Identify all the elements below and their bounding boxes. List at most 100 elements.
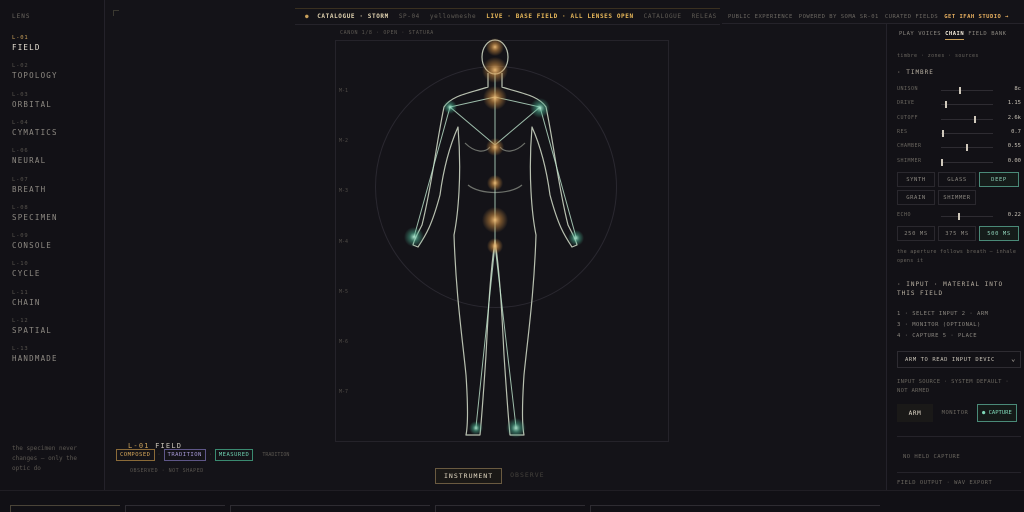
slider-shimmer[interactable]: SHIMMER 0.00 xyxy=(897,158,1021,166)
meta-bar: PUBLIC EXPERIENCE POWERED BY SOMA SR-01 … xyxy=(722,11,1024,24)
step-line: 3 · MONITOR (OPTIONAL) xyxy=(897,322,981,328)
instrument-mode-button[interactable]: INSTRUMENT xyxy=(435,468,503,484)
slider-track[interactable] xyxy=(941,144,993,152)
input-steps: 1 · SELECT INPUT 2 · ARM 3 · MONITOR (OP… xyxy=(897,309,988,342)
lens-code: L-02 xyxy=(12,63,29,70)
lens-item-spatial[interactable]: L-12 SPATIAL xyxy=(12,318,100,335)
chip-separator: · xyxy=(208,452,212,458)
lens-item-field[interactable]: L-01 FIELD xyxy=(12,35,100,52)
slider-track[interactable] xyxy=(941,129,993,137)
chevron-down-icon: ⌄ xyxy=(1011,355,1016,363)
lens-code: L-03 xyxy=(12,91,29,98)
lens-item-handmade[interactable]: L-13 HANDMADE xyxy=(12,346,100,363)
lens-name: TOPOLOGY xyxy=(12,71,58,81)
wave-shimmer-button[interactable]: SHIMMER xyxy=(938,190,976,205)
input-device-select[interactable]: ARM TO READ INPUT DEVIC ⌄ xyxy=(897,351,1021,368)
get-studio-link[interactable]: GET IFAH STUDIO → xyxy=(944,14,1009,20)
slider-drive[interactable]: DRIVE 1.15 xyxy=(897,100,1021,109)
slider-res[interactable]: RES 0.7 xyxy=(897,129,1021,137)
slider-cutoff[interactable]: CUTOFF 2.6k xyxy=(897,115,1021,123)
lens-item-cymatics[interactable]: L-04 CYMATICS xyxy=(12,120,100,137)
tab-bank[interactable]: BANK xyxy=(991,31,1006,40)
lens-item-orbital[interactable]: L-03 ORBITAL xyxy=(12,92,100,109)
frame-corner xyxy=(113,10,119,16)
echo-knob[interactable] xyxy=(958,213,960,220)
lens-item-neural[interactable]: L-06 NEURAL xyxy=(12,148,100,165)
chip-measured[interactable]: MEASURED xyxy=(214,449,254,461)
slider-label: UNISON xyxy=(897,86,919,92)
slider-knob[interactable] xyxy=(941,158,943,166)
catalogue-title[interactable]: CATALOGUE · STORM xyxy=(317,13,389,20)
slider-track[interactable] xyxy=(941,115,993,123)
lens-item-specimen[interactable]: L-08 SPECIMEN xyxy=(12,205,100,222)
capture-button[interactable]: ● CAPTURE xyxy=(977,404,1017,422)
catalogue-link[interactable]: CATALOGUE xyxy=(644,13,682,20)
lens-code: L-01 xyxy=(12,35,29,41)
dock-tab[interactable] xyxy=(10,505,120,512)
slider-label: DRIVE xyxy=(897,100,915,107)
echo-track[interactable] xyxy=(941,213,993,220)
input-source-note: INPUT SOURCE · SYSTEM DEFAULT · NOT ARME… xyxy=(897,379,1009,394)
tab-field[interactable]: FIELD xyxy=(968,31,987,40)
echo-slider[interactable]: ECHO 0.22 xyxy=(897,212,1021,220)
dock-tab[interactable] xyxy=(435,505,585,512)
echo-500-button[interactable]: 500 MS xyxy=(979,226,1019,241)
lens-name: FIELD xyxy=(12,43,41,52)
arm-button[interactable]: ARM xyxy=(897,404,933,422)
echo-250-button[interactable]: 250 MS xyxy=(897,226,935,241)
specimen-code: SP-04 xyxy=(398,13,420,20)
slider-unison[interactable]: UNISON 8c xyxy=(897,86,1021,94)
lens-code: L-13 xyxy=(12,346,29,353)
lens-item-topology[interactable]: L-02 TOPOLOGY xyxy=(12,63,100,80)
observe-mode-button[interactable]: OBSERVE xyxy=(502,468,552,484)
slider-chamber[interactable]: CHAMBER 0.55 xyxy=(897,143,1021,152)
slider-knob[interactable] xyxy=(942,129,944,137)
wave-glass-button[interactable]: GLASS xyxy=(938,172,976,187)
curated-fields-link[interactable]: CURATED FIELDS xyxy=(885,14,938,20)
slider-knob[interactable] xyxy=(959,87,961,94)
lens-item-chain[interactable]: L-11 CHAIN xyxy=(12,290,100,307)
slider-knob[interactable] xyxy=(974,115,976,123)
input-heading: · INPUT · MATERIAL INTO THIS FIELD xyxy=(897,281,1004,297)
wave-grain-button[interactable]: GRAIN xyxy=(897,190,935,205)
wave-synth-button[interactable]: SYNTH xyxy=(897,172,935,187)
live-dot-icon: ● xyxy=(305,13,310,20)
observe-note: OBSERVED · NOT SHAPED xyxy=(130,468,204,474)
dock-tab[interactable] xyxy=(590,505,880,512)
lens-name: ORBITAL xyxy=(12,99,53,109)
mode-toggle: INSTRUMENT OBSERVE xyxy=(435,468,553,484)
slider-track[interactable] xyxy=(941,101,993,109)
lens-code: L-07 xyxy=(12,176,29,183)
lens-name: SPECIMEN xyxy=(12,212,58,222)
chip-separator: · xyxy=(157,452,161,458)
slider-label: CHAMBER xyxy=(897,143,922,150)
lens-item-breath[interactable]: L-07 BREATH xyxy=(12,177,100,194)
lens-item-console[interactable]: L-09 CONSOLE xyxy=(12,233,100,250)
dock-tab[interactable] xyxy=(230,505,430,512)
slider-track[interactable] xyxy=(941,158,993,166)
release-link[interactable]: RELEAS xyxy=(692,13,717,20)
tab-chain[interactable]: CHAIN xyxy=(945,31,965,40)
timbre-heading: · TIMBRE xyxy=(897,69,934,76)
tab-voices[interactable]: VOICES xyxy=(918,31,941,40)
echo-375-button[interactable]: 375 MS xyxy=(938,226,976,241)
monitor-button[interactable]: MONITOR xyxy=(933,410,977,416)
specimen-figure xyxy=(404,38,584,438)
slider-knob[interactable] xyxy=(966,144,968,152)
slider-knob[interactable] xyxy=(945,101,947,109)
input-device-value: ARM TO READ INPUT DEVIC xyxy=(905,356,995,363)
wave-deep-button[interactable]: DEEP xyxy=(979,172,1019,187)
slider-value: 0.7 xyxy=(1011,128,1021,135)
lens-chips: COMPOSED · TRADITION · MEASURED TRADITIO… xyxy=(116,449,289,461)
tab-play[interactable]: PLAY xyxy=(899,31,914,40)
slider-label: RES xyxy=(897,128,908,135)
dock-tab[interactable] xyxy=(125,505,225,512)
slider-value: 2.6k xyxy=(1007,114,1021,121)
powered-by-label: POWERED BY SOMA SR-01 xyxy=(798,14,879,20)
chip-tradition[interactable]: TRADITION xyxy=(163,449,206,461)
chip-composed[interactable]: COMPOSED xyxy=(116,449,155,461)
slider-track[interactable] xyxy=(941,87,993,94)
lens-item-cycle[interactable]: L-10 CYCLE xyxy=(12,261,100,278)
public-experience-link[interactable]: PUBLIC EXPERIENCE xyxy=(728,14,793,20)
sidebar-heading: LENS xyxy=(12,13,31,20)
